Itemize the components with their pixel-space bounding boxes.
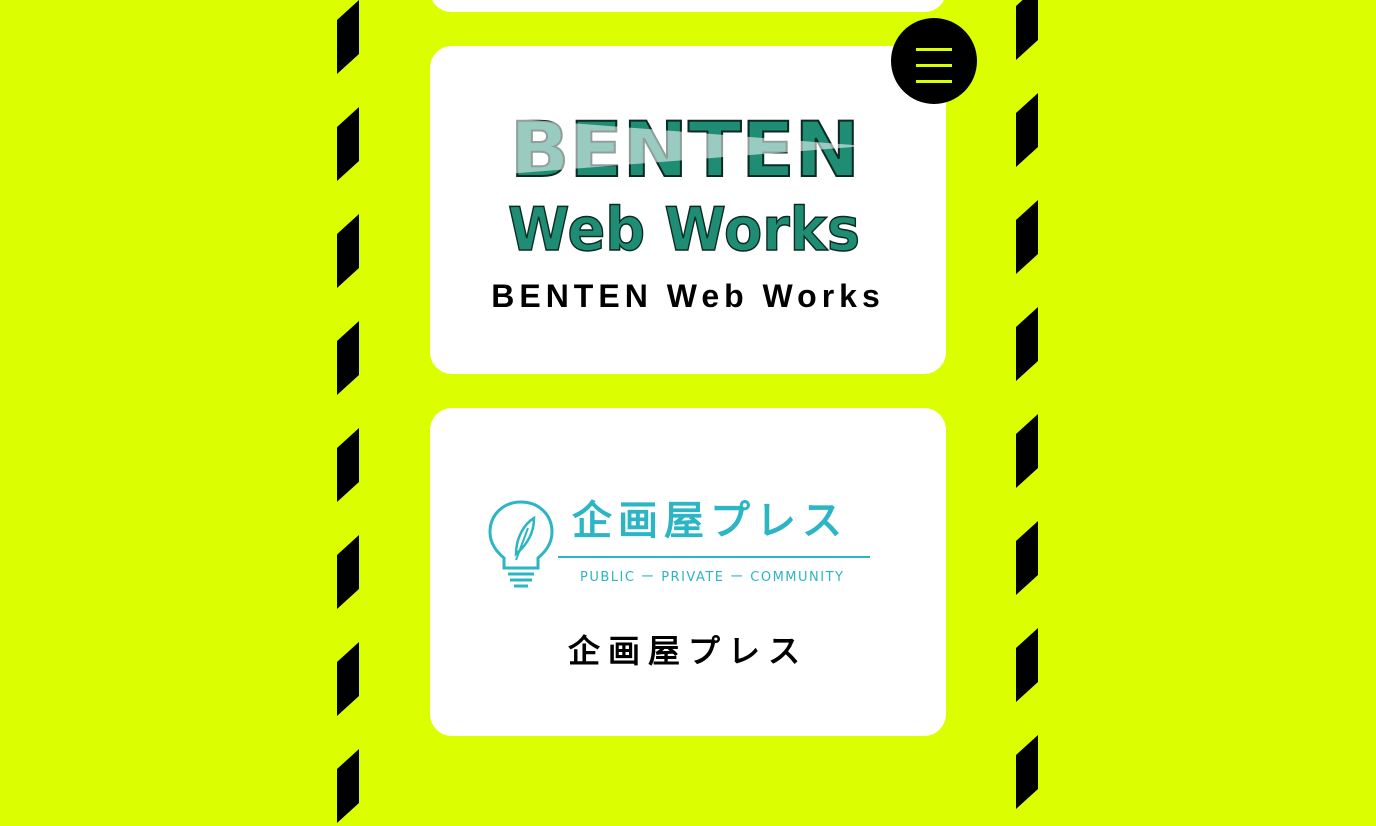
page: BENTEN Web Works BENTEN Web Works 企画屋プレス…: [0, 0, 1376, 826]
previous-card[interactable]: [430, 0, 946, 12]
kikakuya-logo-divider: [558, 556, 870, 558]
right-hazard-stripe: [1016, 0, 1038, 826]
benten-logo-sub: Web Works: [508, 195, 860, 265]
left-stripe-pattern: [337, 0, 359, 826]
benten-logo-word-graphic: BENTEN: [506, 110, 866, 184]
left-hazard-stripe: [337, 0, 359, 826]
lightbulb-icon: [488, 500, 554, 588]
hamburger-icon: [916, 48, 952, 51]
hamburger-icon-bottom-bar: [916, 80, 952, 83]
benten-logo-sub-graphic: Web Works: [507, 194, 861, 266]
menu-button[interactable]: [891, 18, 977, 104]
benten-logo: BENTEN Web Works: [506, 110, 866, 266]
kikakuya-press-card[interactable]: 企画屋プレス PUBLIC ー PRIVATE ー COMMUNITY 企画屋プ…: [430, 408, 946, 736]
kikakuya-logo-word: 企画屋プレス: [572, 498, 848, 544]
right-stripe-pattern: [1016, 0, 1038, 826]
kikakuya-logo-sub: PUBLIC ー PRIVATE ー COMMUNITY: [580, 570, 845, 585]
kikakuya-logo: 企画屋プレス PUBLIC ー PRIVATE ー COMMUNITY: [486, 498, 876, 590]
benten-web-works-card[interactable]: BENTEN Web Works BENTEN Web Works: [430, 46, 946, 374]
hamburger-icon-middle-bar: [916, 64, 952, 67]
benten-card-title: BENTEN Web Works: [491, 278, 885, 314]
kikakuya-card-title: 企画屋プレス: [567, 632, 808, 670]
